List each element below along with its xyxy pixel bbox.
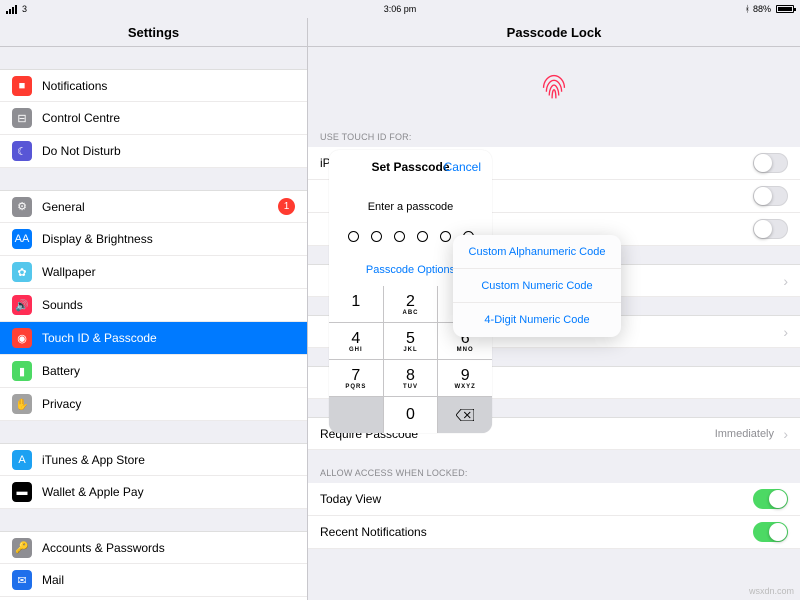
mail-icon: ✉ [12, 570, 32, 590]
cancel-button[interactable]: Cancel [444, 160, 481, 174]
sidebar-item-sounds[interactable]: 🔊 Sounds [0, 289, 307, 322]
group-header-allow: ALLOW ACCESS WHEN LOCKED: [308, 468, 800, 483]
modal-title: Set Passcode [371, 160, 449, 174]
sidebar-item-label: General [42, 200, 85, 214]
acct-icon: 🔑 [12, 538, 32, 558]
passcode-options-popover: Custom Alphanumeric Code Custom Numeric … [453, 235, 621, 337]
key-8[interactable]: 8TUV [384, 360, 438, 396]
row-label: Today View [320, 492, 381, 506]
row-today-view[interactable]: Today View [308, 483, 800, 516]
switch-ipad-unlock[interactable] [753, 153, 788, 173]
bluetooth-icon: ᚼ [745, 4, 750, 14]
wall-icon: ✿ [12, 262, 32, 282]
sidebar-item-control-centre[interactable]: ⊟ Control Centre [0, 102, 307, 135]
key-5[interactable]: 5JKL [384, 323, 438, 359]
switch-2[interactable] [753, 186, 788, 206]
key-9[interactable]: 9WXYZ [438, 360, 492, 396]
signal-icon [6, 5, 17, 14]
key-blank [329, 397, 383, 433]
sidebar-item-touch-id-passcode[interactable]: ◉ Touch ID & Passcode [0, 322, 307, 355]
sidebar-item-label: Privacy [42, 397, 81, 411]
sidebar-item-general[interactable]: ⚙ General 1 [0, 190, 307, 223]
sidebar-item-label: Do Not Disturb [42, 144, 121, 158]
key-4[interactable]: 4GHI [329, 323, 383, 359]
sidebar-item-notifications[interactable]: ■ Notifications [0, 69, 307, 102]
sidebar-item-mail[interactable]: ✉ Mail [0, 564, 307, 597]
sidebar-item-privacy[interactable]: ✋ Privacy [0, 388, 307, 421]
gen-icon: ⚙ [12, 197, 32, 217]
cc-icon: ⊟ [12, 108, 32, 128]
store-icon: A [12, 450, 32, 470]
row-value: Immediately [715, 428, 774, 440]
sidebar-item-label: Notifications [42, 79, 107, 93]
sidebar-item-label: Battery [42, 364, 80, 378]
status-bar: 3 3:06 pm ᚼ 88% [0, 0, 800, 18]
sidebar-item-label: iTunes & App Store [42, 453, 145, 467]
sidebar-item-wallpaper[interactable]: ✿ Wallpaper [0, 256, 307, 289]
priv-icon: ✋ [12, 394, 32, 414]
header-settings: Settings [0, 18, 308, 46]
key-2[interactable]: 2ABC [384, 286, 438, 322]
key-7[interactable]: 7PQRS [329, 360, 383, 396]
dnd-icon: ☾ [12, 141, 32, 161]
carrier-label: 3 [22, 4, 27, 14]
sidebar-item-label: Mail [42, 573, 64, 587]
option-alphanumeric[interactable]: Custom Alphanumeric Code [453, 235, 621, 269]
battery-icon [776, 5, 794, 13]
sidebar-item-label: Accounts & Passwords [42, 541, 165, 555]
battery-percent: 88% [753, 4, 771, 14]
key-1[interactable]: 1 [329, 286, 383, 322]
switch-today-view[interactable] [753, 489, 788, 509]
batt-icon: ▮ [12, 361, 32, 381]
wallet-icon: ▬ [12, 482, 32, 502]
watermark: wsxdn.com [749, 586, 794, 596]
fingerprint-icon [308, 47, 800, 110]
settings-sidebar[interactable]: ■ Notifications ⊟ Control Centre ☾ Do Not Dis… [0, 47, 308, 600]
sidebar-item-accounts-passwords[interactable]: 🔑 Accounts & Passwords [0, 531, 307, 564]
modal-prompt: Enter a passcode [329, 201, 492, 213]
switch-recent-notifications[interactable] [753, 522, 788, 542]
key-backspace[interactable] [438, 397, 492, 433]
sidebar-item-display-brightness[interactable]: AA Display & Brightness [0, 223, 307, 256]
clock: 3:06 pm [384, 4, 417, 14]
chevron-right-icon: › [783, 426, 788, 442]
sidebar-item-wallet-apple-pay[interactable]: ▬ Wallet & Apple Pay [0, 476, 307, 509]
key-0[interactable]: 0 [384, 397, 438, 433]
sidebar-item-label: Control Centre [42, 111, 120, 125]
disp-icon: AA [12, 229, 32, 249]
sidebar-item-do-not-disturb[interactable]: ☾ Do Not Disturb [0, 135, 307, 168]
notif-icon: ■ [12, 76, 32, 96]
sound-icon: 🔊 [12, 295, 32, 315]
sidebar-item-itunes-app-store[interactable]: AiTunes & App Store [0, 443, 307, 476]
sidebar-item-label: Display & Brightness [42, 232, 153, 246]
row-recent-notifications[interactable]: Recent Notifications [308, 516, 800, 549]
group-header-touchid: USE TOUCH ID FOR: [308, 132, 800, 147]
switch-3[interactable] [753, 219, 788, 239]
sidebar-item-label: Sounds [42, 298, 83, 312]
sidebar-item-label: Wallpaper [42, 265, 96, 279]
sidebar-item-label: Touch ID & Passcode [42, 331, 157, 345]
option-4-digit[interactable]: 4-Digit Numeric Code [453, 303, 621, 337]
header-passcode-lock: Passcode Lock [308, 18, 800, 46]
touch-icon: ◉ [12, 328, 32, 348]
sidebar-item-battery[interactable]: ▮ Battery [0, 355, 307, 388]
badge: 1 [278, 198, 295, 215]
chevron-right-icon: › [783, 273, 788, 289]
sidebar-item-label: Wallet & Apple Pay [42, 485, 144, 499]
row-label: Recent Notifications [320, 525, 427, 539]
header: Settings Passcode Lock [0, 18, 800, 47]
chevron-right-icon: › [783, 324, 788, 340]
option-custom-numeric[interactable]: Custom Numeric Code [453, 269, 621, 303]
